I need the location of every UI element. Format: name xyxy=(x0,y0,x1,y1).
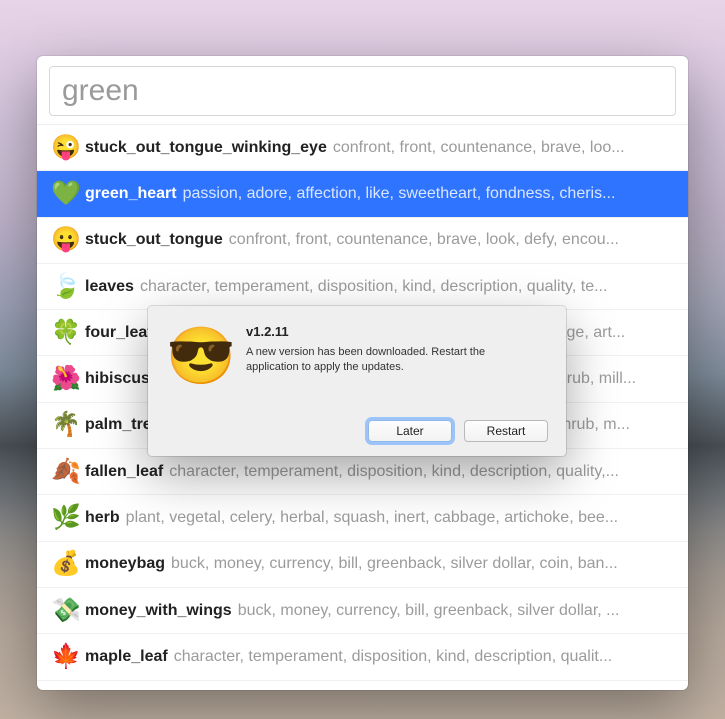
restart-button[interactable]: Restart xyxy=(464,420,548,442)
result-name: hibiscus xyxy=(85,370,150,387)
result-text: herb plant, vegetal, celery, herbal, squa… xyxy=(85,509,674,527)
result-text: moneybag buck, money, currency, bill, gre… xyxy=(85,555,674,573)
result-tags: plant, vegetal, celery, herbal, squash, … xyxy=(126,509,618,526)
result-text: green_heart passion, adore, affection, li… xyxy=(85,185,674,203)
result-row[interactable]: 💰moneybag buck, money, currency, bill, gr… xyxy=(37,542,688,588)
later-button[interactable]: Later xyxy=(368,420,452,442)
result-text: maple_leaf character, temperament, dispos… xyxy=(85,648,674,666)
result-row[interactable]: 🍃leaves character, temperament, dispositi… xyxy=(37,264,688,310)
result-text: stuck_out_tongue_winking_eye confront, fr… xyxy=(85,139,674,157)
result-name: fallen_leaf xyxy=(85,463,163,480)
result-text: leaves character, temperament, dispositio… xyxy=(85,278,674,296)
result-row[interactable]: 🍁maple_leaf character, temperament, dispo… xyxy=(37,634,688,680)
emoji-icon: 🍀 xyxy=(51,321,85,345)
emoji-icon: 🌺 xyxy=(51,367,85,391)
result-row[interactable]: 💚green_heart passion, adore, affection, l… xyxy=(37,171,688,217)
result-tags: buck, money, currency, bill, greenback, … xyxy=(238,602,620,619)
emoji-icon: 🌴 xyxy=(51,413,85,437)
result-name: leaves xyxy=(85,278,134,295)
search-input[interactable] xyxy=(49,66,676,116)
result-tags: character, temperament, disposition, kin… xyxy=(169,463,619,480)
result-name: money_with_wings xyxy=(85,602,232,619)
dialog-buttons: Later Restart xyxy=(246,420,548,442)
result-name: moneybag xyxy=(85,555,165,572)
dialog-title: v1.2.11 xyxy=(246,324,548,339)
result-tags: buck, money, currency, bill, greenback, … xyxy=(171,555,618,572)
emoji-icon: 🍃 xyxy=(51,275,85,299)
emoji-icon: 🌿 xyxy=(51,506,85,530)
emoji-icon: 💸 xyxy=(51,599,85,623)
result-name: stuck_out_tongue_winking_eye xyxy=(85,139,327,156)
update-dialog: 😎 v1.2.11 A new version has been downloa… xyxy=(148,306,566,456)
result-name: maple_leaf xyxy=(85,648,168,665)
result-row[interactable]: 💸money_with_wings buck, money, currency, … xyxy=(37,588,688,634)
result-name: stuck_out_tongue xyxy=(85,231,223,248)
result-tags: character, temperament, disposition, kin… xyxy=(140,278,608,295)
emoji-icon: 😛 xyxy=(51,228,85,252)
result-name: green_heart xyxy=(85,185,177,202)
emoji-icon: 💚 xyxy=(51,182,85,206)
emoji-icon: 💰 xyxy=(51,552,85,576)
result-text: money_with_wings buck, money, currency, b… xyxy=(85,602,674,620)
result-tags: passion, adore, affection, like, sweethe… xyxy=(183,185,616,202)
dialog-body: v1.2.11 A new version has been downloade… xyxy=(246,324,548,442)
result-text: stuck_out_tongue confront, front, counten… xyxy=(85,231,674,249)
result-row[interactable]: 🌿herb plant, vegetal, celery, herbal, squ… xyxy=(37,495,688,541)
search-wrap xyxy=(37,56,688,124)
dialog-message: A new version has been downloaded. Resta… xyxy=(246,345,526,375)
emoji-icon: 🍂 xyxy=(51,460,85,484)
result-tags: character, temperament, disposition, kin… xyxy=(174,648,612,665)
result-text: fallen_leaf character, temperament, dispo… xyxy=(85,463,674,481)
result-name: herb xyxy=(85,509,120,526)
result-row[interactable]: 🍂fallen_leaf character, temperament, disp… xyxy=(37,449,688,495)
emoji-icon: 🍁 xyxy=(51,645,85,669)
emoji-icon: 😜 xyxy=(51,136,85,160)
app-icon: 😎 xyxy=(166,328,230,442)
result-tags: confront, front, countenance, brave, loo… xyxy=(229,231,619,248)
result-tags: confront, front, countenance, brave, loo… xyxy=(333,139,625,156)
result-row[interactable]: 😜stuck_out_tongue_winking_eye confront, f… xyxy=(37,125,688,171)
result-row[interactable]: 😛stuck_out_tongue confront, front, counte… xyxy=(37,218,688,264)
